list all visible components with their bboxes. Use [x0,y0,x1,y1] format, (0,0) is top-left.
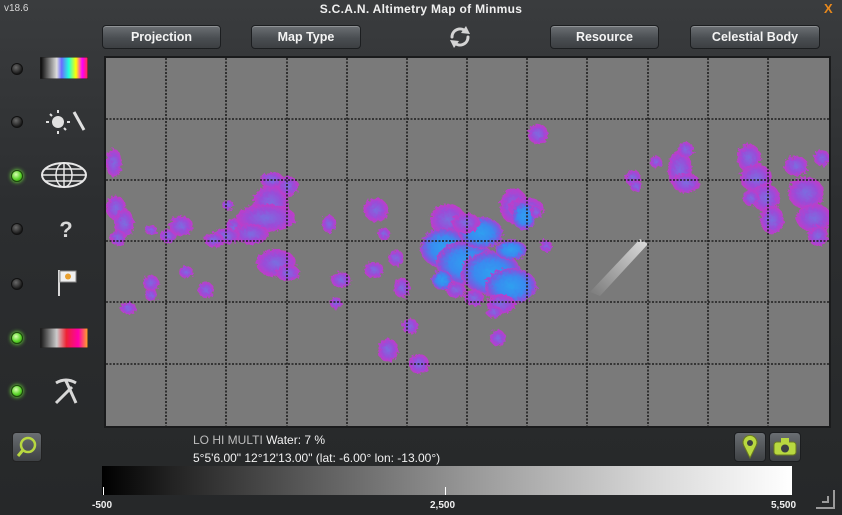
resource-deposit [364,198,388,222]
resource-deposit [106,149,122,177]
resource-deposit [394,278,410,298]
grid-globe-icon[interactable] [40,160,88,190]
resource-deposit [672,173,700,193]
resource-deposit [145,289,157,301]
resource-deposit [760,206,784,234]
grid-toggle-led[interactable] [11,170,23,182]
resource-deposit [198,282,214,298]
resource-deposit [143,275,159,291]
resource-deposit [145,225,157,235]
resource-deposit [322,215,336,233]
resource-overlay-icon[interactable] [40,328,88,348]
resource-deposit [650,156,662,168]
resource-deposit [364,262,384,278]
resource-deposit [276,265,300,281]
resource-deposit [169,216,193,236]
flag-icon[interactable] [55,268,81,298]
color-palette-icon[interactable] [40,57,88,79]
resource-deposit [446,282,466,298]
altitude-legend-bar [102,466,792,495]
resource-deposit [528,124,548,144]
camera-icon [773,438,797,456]
zoom-map-button[interactable] [12,432,42,462]
terminator-sun-icon[interactable] [40,108,88,138]
map-canvas [106,58,829,426]
resource-deposit [330,297,342,309]
resource-readout: Water: 7 % [266,433,326,447]
resource-deposit [378,338,398,362]
map-type-button[interactable]: Map Type [251,25,361,49]
resource-deposit [278,176,298,196]
resource-deposit [490,330,506,346]
resource-deposit [452,213,480,233]
legend-max-label: 5,500 [771,500,797,511]
pickaxe-icon[interactable] [52,377,80,405]
resource-deposit [486,306,502,318]
close-button[interactable]: X [824,1,833,16]
resource-deposit [743,190,759,206]
mining-toggle-led[interactable] [11,385,23,397]
flag-toggle-led[interactable] [11,278,23,290]
altimetry-map[interactable] [104,56,831,428]
resource-button[interactable]: Resource [550,25,659,49]
resource-deposit [110,230,126,246]
resource-deposit [808,226,828,246]
scan-window: v18.6 S.C.A.N. Altimetry Map of Minmus X… [0,0,842,515]
magnifier-icon [16,436,37,457]
map-mode-label: LO HI MULTI [193,433,263,447]
resize-handle-icon[interactable] [812,486,836,510]
waypoint-button[interactable] [734,432,766,462]
resource-deposit [784,156,808,176]
svg-text:?: ? [59,217,72,241]
projection-button[interactable]: Projection [102,25,221,49]
resource-deposit [331,272,351,288]
terminator-toggle-led[interactable] [11,116,23,128]
legend-tick-max [790,487,791,495]
palette-toggle-led[interactable] [11,63,23,75]
resource-deposit [120,302,136,314]
map-pin-icon [742,434,758,460]
resource-deposit [495,240,527,260]
celestial-body-button[interactable]: Celestial Body [690,25,820,49]
legend-tick-min [103,487,104,495]
resource-deposit [388,250,404,266]
map-camera-button[interactable] [769,432,801,462]
resource-deposit [788,177,824,209]
window-title: S.C.A.N. Altimetry Map of Minmus [319,2,523,16]
resource-deposit [630,180,642,192]
resource-deposit [378,228,390,240]
anomaly-toggle-led[interactable] [11,223,23,235]
coordinate-readout: 5°5'6.00" 12°12'13.00" (lat: -6.00° lon:… [193,451,441,465]
legend-min-label: -500 [92,500,113,511]
legend-tick-mid [445,487,446,495]
anomaly-question-icon[interactable]: ? [52,215,80,241]
resource-deposit [530,206,542,218]
resource-deposit [678,142,694,158]
legend-mid-label: 2,500 [430,500,456,511]
resource-deposit [402,318,418,334]
refresh-icon[interactable] [446,23,474,51]
resource-deposit [204,233,224,247]
resource-deposit [222,200,234,210]
resource-overlay-toggle-led[interactable] [11,332,23,344]
resource-deposit [179,266,193,278]
info-line-1: LO HI MULTI Water: 7 % [193,433,325,447]
